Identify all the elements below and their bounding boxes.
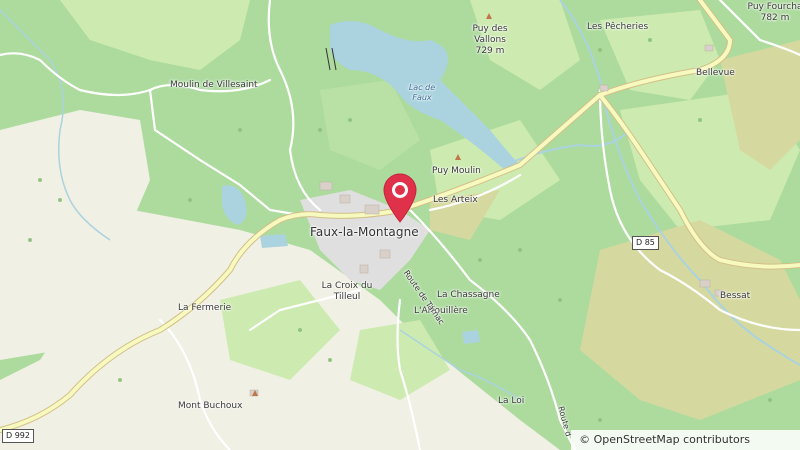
place-label-moulin-de-villesaint: Moulin de Villesaint (170, 80, 258, 90)
map-view[interactable]: Puy des Vallons 729 m Lac de Faux Moulin… (0, 0, 800, 450)
place-label-bellevue: Bellevue (696, 68, 735, 78)
peak-icon (486, 13, 492, 19)
attribution-text[interactable]: © OpenStreetMap contributors (579, 433, 750, 446)
map-attribution: © OpenStreetMap contributors (571, 430, 800, 450)
water-label-lac-de-faux: Lac de Faux (408, 83, 436, 102)
place-label-la-loi: La Loi (498, 396, 525, 406)
place-label-puy-moulin: Puy Moulin (432, 166, 481, 176)
town-label-faux-la-montagne: Faux-la-Montagne (310, 225, 419, 239)
place-label-mont-buchoux: Mont Buchoux (178, 401, 243, 411)
place-label-la-fermerie: La Fermerie (178, 303, 232, 313)
place-label-la-chassagne: La Chassagne (437, 290, 500, 300)
road-shield-d992: D 992 (2, 429, 34, 443)
road-shield-d85: D 85 (632, 236, 659, 250)
place-label-la-croix-du-tilleul: La Croix du Tilleul (321, 281, 373, 302)
place-label-puy-fourcha: Puy Fourcha 782 m (747, 2, 800, 23)
peak-icon (455, 154, 461, 160)
location-marker-icon[interactable] (381, 172, 419, 224)
place-label-les-arteix: Les Arteix (433, 195, 478, 205)
place-label-bessat: Bessat (720, 291, 751, 301)
place-label-les-pecheries: Les Pêcheries (587, 22, 649, 32)
peak-icon (252, 390, 258, 396)
place-label-puy-des-vallons: Puy des Vallons 729 m (472, 24, 508, 56)
